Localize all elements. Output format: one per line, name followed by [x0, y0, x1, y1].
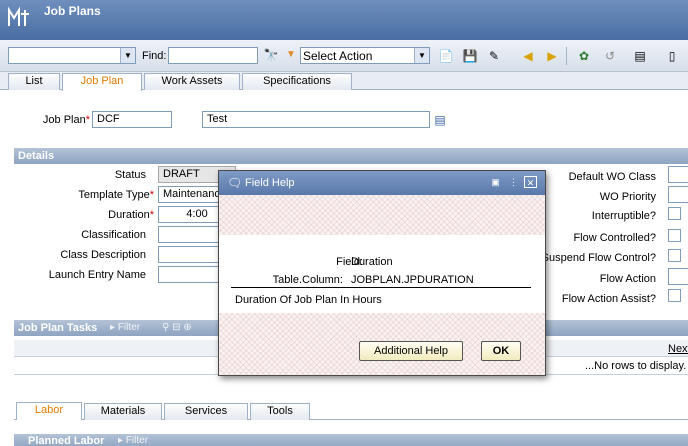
class-description-label: Class Description: [60, 249, 146, 261]
wo-priority-field[interactable]: [668, 186, 688, 203]
jobplan-field[interactable]: DCF: [92, 111, 172, 128]
tasks-next-link[interactable]: Next: [668, 343, 688, 355]
tasks-empty-text: ...No rows to display.: [585, 360, 687, 372]
jobplan-description-field[interactable]: Test: [202, 111, 430, 128]
report-icon[interactable]: ▤: [632, 48, 648, 64]
template-type-label: Template Type*: [78, 189, 154, 201]
table-column-label: Table.Column:: [272, 274, 343, 286]
select-action-value: Select Action: [303, 49, 373, 63]
clear-eraser-icon[interactable]: ✎: [486, 48, 502, 64]
tab-work-assets[interactable]: Work Assets: [144, 73, 240, 90]
dialog-top-pattern: [219, 195, 545, 235]
tab-tools[interactable]: Tools: [250, 403, 310, 420]
maximize-icon[interactable]: ▣: [489, 176, 502, 188]
field-description: Duration Of Job Plan In Hours: [235, 294, 382, 306]
toolbar-separator: [566, 47, 567, 65]
planned-labor-header: Planned Labor ▸ Filter: [14, 434, 688, 446]
suspend-flow-checkbox[interactable]: [668, 249, 681, 262]
tab-specifications[interactable]: Specifications: [242, 73, 352, 90]
previous-record-icon[interactable]: ◀: [520, 48, 536, 64]
app-titlebar: Job Plans: [0, 0, 688, 40]
additional-help-button[interactable]: Additional Help: [359, 341, 463, 361]
interruptible-checkbox[interactable]: [668, 207, 681, 220]
classification-label: Classification: [81, 229, 146, 241]
launch-entry-label: Launch Entry Name: [48, 269, 146, 281]
tab-services[interactable]: Services: [164, 403, 248, 420]
field-help-titlebar: 🗨 Field Help ▣ ⋮ ✕: [219, 171, 545, 195]
help-dialog-icon: 🗨: [227, 176, 243, 190]
tasks-title: Job Plan Tasks: [18, 322, 98, 334]
grip-icon: ⋮: [509, 177, 518, 187]
ok-button[interactable]: OK: [481, 341, 521, 361]
field-value: Duration: [351, 256, 393, 268]
field-help-dialog: 🗨 Field Help ▣ ⋮ ✕ Field: Duration Table…: [218, 170, 546, 376]
binoculars-icon[interactable]: 🔭: [263, 47, 279, 63]
find-label: Find:: [142, 50, 167, 62]
flow-controlled-checkbox[interactable]: [668, 229, 681, 242]
tab-list[interactable]: List: [8, 73, 60, 90]
route-workflow-icon[interactable]: ↺: [602, 48, 618, 64]
duration-label: Duration*: [108, 209, 154, 221]
app-title: Job Plans: [44, 4, 101, 18]
chevron-down-icon[interactable]: ▼: [414, 48, 429, 63]
tasks-filter-button[interactable]: ▸ Filter: [110, 322, 140, 333]
details-section-header: Details: [14, 148, 688, 164]
default-wo-class-field[interactable]: [668, 166, 688, 183]
bulletin-icon[interactable]: ▯: [664, 48, 680, 64]
table-column-value: JOBPLAN.JPDURATION: [351, 274, 474, 286]
details-title: Details: [18, 150, 55, 162]
flow-action-assist-checkbox[interactable]: [668, 289, 681, 302]
chevron-down-icon[interactable]: ▼: [120, 48, 135, 63]
flow-action-field[interactable]: [668, 268, 688, 285]
planned-labor-filter-button[interactable]: ▸ Filter: [118, 435, 148, 446]
find-input[interactable]: [168, 47, 258, 64]
maximo-logo-icon: [8, 6, 29, 26]
tab-labor[interactable]: Labor: [16, 402, 82, 420]
jobplan-label: Job Plan*: [42, 114, 90, 126]
dialog-divider: [231, 287, 531, 288]
save-icon[interactable]: 💾: [462, 48, 478, 64]
filter-dropdown-icon[interactable]: ▼: [283, 47, 299, 63]
planned-labor-title: Planned Labor: [28, 435, 105, 446]
tab-materials[interactable]: Materials: [84, 403, 162, 420]
tab-job-plan[interactable]: Job Plan: [62, 73, 142, 91]
workflow-icon[interactable]: ✿: [576, 48, 592, 64]
select-action-dropdown[interactable]: Select Action ▼: [300, 47, 430, 64]
field-help-title: Field Help: [245, 177, 295, 189]
status-label: Status: [114, 169, 146, 181]
long-description-icon[interactable]: ▤: [432, 112, 448, 128]
saved-query-select[interactable]: ▼: [8, 47, 136, 64]
tasks-toolbar-icons[interactable]: ⚲ ⊟ ⊕: [162, 322, 192, 333]
new-record-icon[interactable]: 📄: [438, 48, 454, 64]
field-label: Field:: [336, 256, 363, 268]
next-record-icon[interactable]: ▶: [544, 48, 560, 64]
close-icon[interactable]: ✕: [524, 176, 537, 188]
